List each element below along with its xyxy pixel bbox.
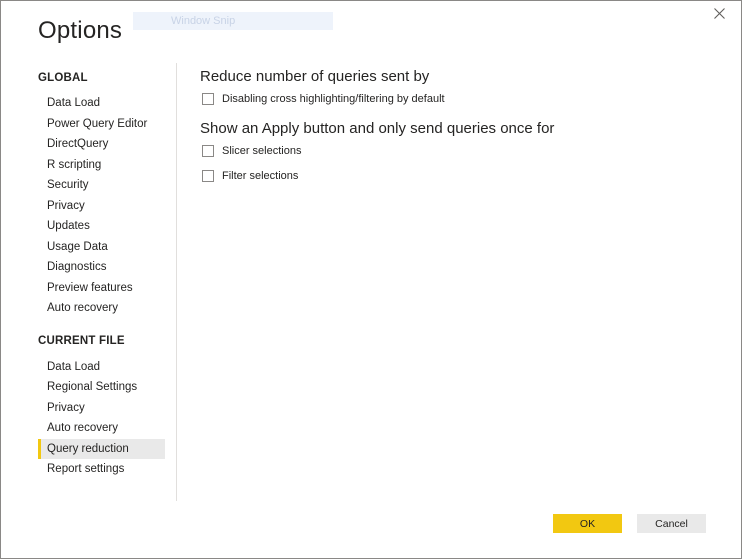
sidebar-item-usage-data[interactable]: Usage Data [38, 237, 165, 258]
reduce-queries-heading: Reduce number of queries sent by [200, 68, 430, 85]
close-button[interactable] [709, 3, 729, 23]
sidebar-item-diagnostics[interactable]: Diagnostics [38, 257, 165, 278]
apply-button-heading: Show an Apply button and only send queri… [200, 120, 555, 137]
dialog-title: Options [38, 17, 123, 44]
sidebar-item-preview-features[interactable]: Preview features [38, 278, 165, 299]
sidebar-item-global-privacy[interactable]: Privacy [38, 196, 165, 217]
sidebar-item-security[interactable]: Security [38, 175, 165, 196]
sidebar-divider [176, 63, 177, 501]
sidebar-item-file-auto-recovery[interactable]: Auto recovery [38, 418, 165, 439]
sidebar-item-global-auto-recovery[interactable]: Auto recovery [38, 298, 165, 319]
options-dialog: Options Window Snip GLOBAL Data Load Pow… [0, 0, 742, 559]
query-reduction-panel: Reduce number of queries sent by Disabli… [200, 66, 720, 186]
options-sidebar: GLOBAL Data Load Power Query Editor Dire… [38, 61, 178, 480]
current-file-section-header: CURRENT FILE [38, 334, 125, 347]
filter-selections-checkbox[interactable] [202, 170, 214, 182]
ok-button[interactable]: OK [553, 514, 622, 533]
cancel-button[interactable]: Cancel [637, 514, 706, 533]
filter-selections-label: Filter selections [222, 170, 299, 182]
sidebar-item-file-data-load[interactable]: Data Load [38, 357, 165, 378]
disable-cross-highlighting-checkbox[interactable] [202, 93, 214, 105]
disable-cross-highlighting-label: Disabling cross highlighting/filtering b… [222, 93, 445, 105]
filter-selections-option[interactable]: Filter selections [200, 166, 720, 186]
sidebar-item-power-query-editor[interactable]: Power Query Editor [38, 114, 165, 135]
sidebar-item-updates[interactable]: Updates [38, 216, 165, 237]
sidebar-item-directquery[interactable]: DirectQuery [38, 134, 165, 155]
sidebar-item-query-reduction[interactable]: Query reduction [38, 438, 165, 459]
slicer-selections-checkbox[interactable] [202, 145, 214, 157]
sidebar-item-global-data-load[interactable]: Data Load [38, 93, 165, 114]
disable-cross-highlighting-option[interactable]: Disabling cross highlighting/filtering b… [200, 89, 720, 109]
sidebar-item-r-scripting[interactable]: R scripting [38, 155, 165, 176]
sidebar-item-regional-settings[interactable]: Regional Settings [38, 377, 165, 398]
global-section-header: GLOBAL [38, 72, 88, 84]
window-snip-badge: Window Snip [133, 12, 333, 30]
slicer-selections-label: Slicer selections [222, 145, 302, 157]
close-icon [713, 7, 725, 19]
slicer-selections-option[interactable]: Slicer selections [200, 141, 720, 161]
sidebar-item-file-privacy[interactable]: Privacy [38, 398, 165, 419]
sidebar-item-report-settings[interactable]: Report settings [38, 459, 165, 480]
